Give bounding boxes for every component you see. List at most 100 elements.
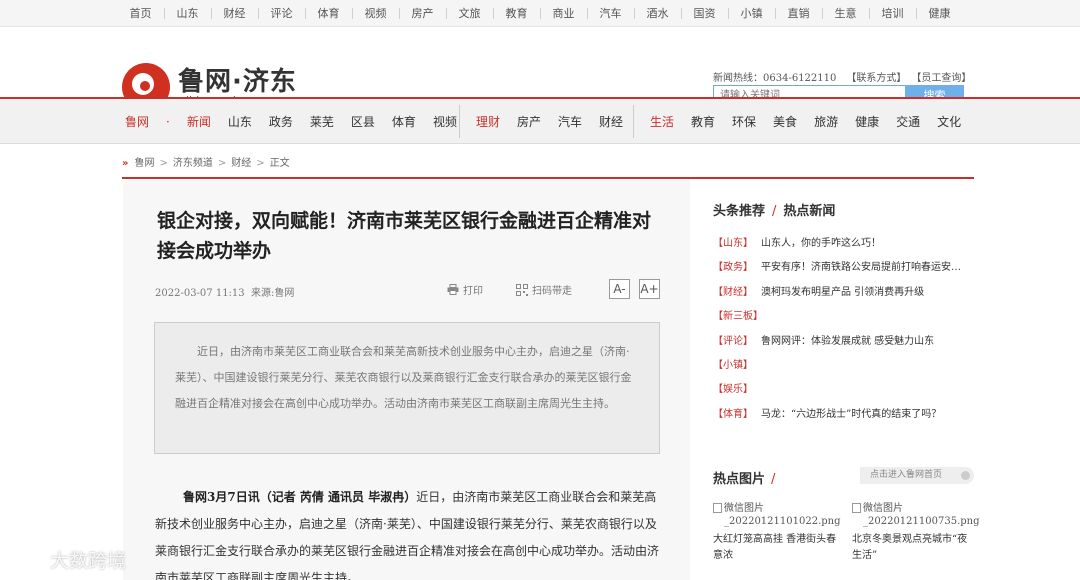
top-nav-item[interactable]: 文旅: [445, 7, 493, 19]
top-nav-item[interactable]: 生意: [821, 7, 869, 19]
staff-query-link[interactable]: 【员工查询】: [916, 73, 971, 84]
scan-qr-button[interactable]: 扫码带走: [516, 282, 572, 297]
breadcrumb-item[interactable]: 财经: [231, 158, 251, 169]
news-tag[interactable]: 【政务】: [713, 262, 753, 273]
news-tag[interactable]: 【体育】: [713, 409, 753, 420]
news-item[interactable]: 【政务】 平安有序！济南铁路公安局提前打响春运安…: [713, 258, 975, 282]
site-logo-text[interactable]: 鲁网·济东: [178, 61, 297, 98]
main-nav-item[interactable]: 财经: [599, 113, 623, 130]
hot-news-tab[interactable]: 热点新闻: [783, 204, 835, 219]
main-nav-item[interactable]: 政务: [269, 113, 293, 130]
main-nav-item[interactable]: 视频: [433, 113, 457, 130]
news-item[interactable]: 【体育】 马龙：“六边形战士”时代真的结束了吗？: [713, 405, 975, 429]
broken-image[interactable]: 微信图片_20220121101022.png: [713, 502, 841, 528]
main-nav-item[interactable]: 环保: [732, 113, 756, 130]
top-nav-item[interactable]: 商业: [539, 7, 587, 19]
top-nav-item[interactable]: 小镇: [727, 7, 775, 19]
news-tag[interactable]: 【娱乐】: [713, 384, 753, 395]
main-nav-item[interactable]: 文化: [937, 113, 961, 130]
hotline-bar: 新闻热线：0634-6122110 【联系方式】 【员工查询】: [713, 69, 971, 84]
main-nav-item[interactable]: 鲁网: [125, 113, 149, 130]
main-nav-item[interactable]: 教育: [691, 113, 715, 130]
top-nav-item[interactable]: 首页: [118, 8, 164, 19]
news-tag[interactable]: 【新三板】: [713, 311, 763, 322]
top-nav-item[interactable]: 培训: [868, 7, 916, 19]
news-tag[interactable]: 【评论】: [713, 336, 753, 347]
article-meta: 2022-03-07 11:13 来源:鲁网: [155, 284, 294, 299]
article-source: 来源:鲁网: [251, 288, 295, 299]
news-tag[interactable]: 【财经】: [713, 287, 753, 298]
news-item[interactable]: 【新三板】: [713, 307, 975, 331]
news-headline[interactable]: 澳柯玛发布明星产品 引领消费再升级: [761, 287, 924, 298]
pic-caption[interactable]: 北京冬奥景观点亮城市“夜生活”: [852, 532, 977, 564]
main-nav-group-news: 鲁网 · 新闻 山东 政务 莱芜 区县 体育 视频: [125, 99, 474, 144]
main-nav-item[interactable]: 理财: [476, 113, 500, 130]
broken-image[interactable]: 微信图片_20220121100735.png: [852, 502, 980, 528]
breadcrumb-separator: >: [159, 158, 168, 169]
top-nav-item[interactable]: 财经: [210, 7, 258, 19]
main-nav-item[interactable]: 新闻: [187, 113, 211, 130]
print-label: 打印: [463, 286, 483, 297]
headline-tab[interactable]: 头条推荐: [713, 204, 765, 219]
main-nav-item[interactable]: 交通: [896, 113, 920, 130]
news-item[interactable]: 【娱乐】: [713, 380, 975, 404]
print-button[interactable]: 打印: [447, 282, 483, 297]
main-nav: 鲁网 · 新闻 山东 政务 莱芜 区县 体育 视频 理财 房产 汽车 财经 生活…: [0, 97, 1080, 144]
news-item[interactable]: 【小镇】: [713, 356, 975, 380]
contact-link[interactable]: 【联系方式】: [846, 73, 906, 84]
news-item[interactable]: 【山东】 山东人，你的手咋这么巧！: [713, 234, 975, 258]
main-nav-item[interactable]: 房产: [517, 113, 541, 130]
watermark-text: 大数跨境: [50, 550, 127, 572]
news-item[interactable]: 【评论】 鲁网网评：体验发展成就 感受魅力山东: [713, 332, 975, 356]
main-nav-item[interactable]: 美食: [773, 113, 797, 130]
nav-divider: [459, 105, 460, 138]
main-nav-item[interactable]: 健康: [855, 113, 879, 130]
news-tag[interactable]: 【山东】: [713, 238, 753, 249]
top-nav-item[interactable]: 教育: [492, 7, 540, 19]
sidebar: 头条推荐 / 热点新闻 【山东】 山东人，你的手咋这么巧！ 【政务】 平安有序！济南铁路…: [713, 200, 975, 429]
font-increase-button[interactable]: A+: [639, 279, 660, 299]
sidebar-title: 头条推荐 / 热点新闻: [713, 204, 836, 219]
article-title: 银企对接，双向赋能！济南市莱芜区银行金融进百企精准对接会成功举办: [157, 210, 652, 262]
font-decrease-button[interactable]: A-: [609, 279, 630, 299]
news-headline[interactable]: 鲁网网评：体验发展成就 感受魅力山东: [761, 336, 934, 347]
breadcrumb-current: 正文: [269, 158, 290, 169]
top-nav-item[interactable]: 评论: [257, 7, 305, 19]
article-lead: 鲁网3月7日讯（记者 芮倩 通讯员 毕淑冉）: [183, 490, 417, 504]
homepage-link[interactable]: 点击进入鲁网首页: [860, 467, 974, 484]
main-nav-item[interactable]: 旅游: [814, 113, 838, 130]
main-nav-item[interactable]: 区县: [351, 113, 375, 130]
top-nav-item[interactable]: 山东: [163, 7, 211, 19]
main-nav-item[interactable]: 汽车: [558, 113, 582, 130]
article-body: 鲁网3月7日讯（记者 芮倩 通讯员 毕淑冉）近日，由济南市莱芜区工商业联合会和莱…: [155, 484, 661, 580]
main-nav-dot: ·: [166, 114, 170, 129]
breadcrumb-item[interactable]: 济东频道: [173, 158, 213, 169]
top-nav-item[interactable]: 体育: [304, 7, 352, 19]
broken-image-icon: [713, 503, 722, 513]
main-nav-item[interactable]: 莱芜: [310, 113, 334, 130]
top-nav-item[interactable]: 健康: [915, 7, 963, 19]
news-headline[interactable]: 马龙：“六边形战士”时代真的结束了吗？: [761, 409, 941, 420]
news-item[interactable]: 【财经】 澳柯玛发布明星产品 引领消费再升级: [713, 283, 975, 307]
site-header: 鲁网·济东 jidong.sdnews.com.cn 新闻热线：0634-612…: [0, 27, 1080, 111]
watermark: 大数跨境: [8, 546, 126, 573]
top-nav-item[interactable]: 酒水: [633, 7, 681, 19]
news-tag[interactable]: 【小镇】: [713, 360, 753, 371]
main-nav-item[interactable]: 生活: [650, 113, 674, 130]
top-nav-item[interactable]: 房产: [398, 7, 446, 19]
main-nav-item[interactable]: 山东: [228, 113, 252, 130]
hot-pic-item[interactable]: 微信图片_20220121101022.png 大红灯笼高高挂 香港街头春意浓: [713, 502, 841, 564]
top-nav-item[interactable]: 汽车: [586, 7, 634, 19]
hot-pic-item[interactable]: 微信图片_20220121100735.png 北京冬奥景观点亮城市“夜生活”: [852, 502, 980, 564]
breadcrumb-item[interactable]: 鲁网: [134, 158, 154, 169]
top-nav-item[interactable]: 国资: [680, 7, 728, 19]
top-nav-item[interactable]: 直销: [774, 7, 822, 19]
double-chevron-right-icon: »: [122, 158, 129, 169]
news-headline[interactable]: 平安有序！济南铁路公安局提前打响春运安…: [761, 262, 961, 273]
breadcrumb: » 鲁网 > 济东频道 > 财经 > 正文: [122, 154, 290, 169]
pic-caption[interactable]: 大红灯笼高高挂 香港街头春意浓: [713, 532, 838, 564]
hot-pics-title-text: 热点图片: [713, 472, 766, 487]
top-nav-item[interactable]: 视频: [351, 7, 399, 19]
main-nav-item[interactable]: 体育: [392, 113, 416, 130]
news-headline[interactable]: 山东人，你的手咋这么巧！: [761, 238, 881, 249]
